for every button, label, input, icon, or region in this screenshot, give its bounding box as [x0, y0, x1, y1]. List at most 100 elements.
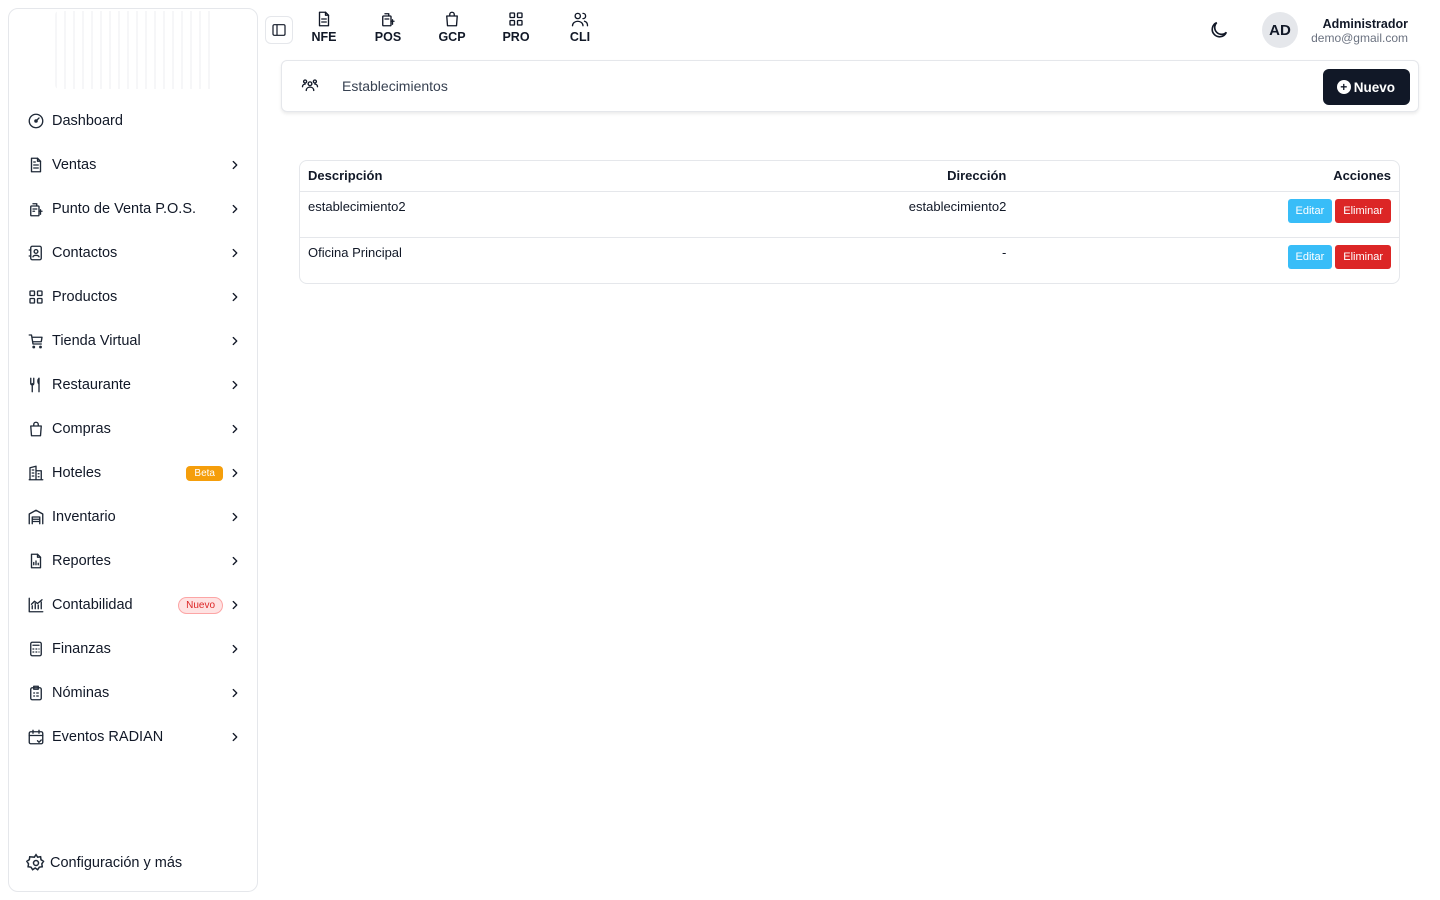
sidebar-item-ventas[interactable]: Ventas [9, 143, 257, 187]
user-email: demo@gmail.com [1311, 31, 1408, 45]
calendar-icon [26, 727, 46, 747]
chevron-right-icon [227, 729, 243, 745]
sidebar: Dashboard Ventas Punto de Venta P.O.S. C… [8, 8, 258, 892]
sidebar-item-nominas[interactable]: Nóminas [9, 671, 257, 715]
module-cli[interactable]: CLI [561, 10, 599, 44]
chevron-right-icon [227, 377, 243, 393]
module-label: POS [374, 30, 402, 44]
sidebar-item-label: Contabilidad [52, 597, 133, 613]
sidebar-item-label: Compras [52, 421, 111, 437]
new-button[interactable]: + Nuevo [1322, 69, 1410, 105]
calculator-icon [26, 639, 46, 659]
column-header-acciones: Acciones [1014, 161, 1399, 192]
sidebar-item-label: Finanzas [52, 641, 111, 657]
chevron-right-icon [227, 641, 243, 657]
chevron-right-icon [227, 553, 243, 569]
cell-direccion: establecimiento2 [871, 191, 1015, 238]
sidebar-item-label: Punto de Venta P.O.S. [52, 201, 197, 217]
sidebar-item-pos[interactable]: Punto de Venta P.O.S. [9, 187, 257, 231]
bag-icon [26, 419, 46, 439]
chart-icon [26, 595, 46, 615]
config-label: Configuración y más [50, 855, 183, 871]
dashboard-icon [26, 111, 46, 131]
page-header: Establecimientos + Nuevo [281, 60, 1419, 112]
avatar[interactable]: AD [1262, 12, 1298, 48]
users-group-icon [301, 77, 321, 97]
delete-button[interactable]: Eliminar [1335, 198, 1391, 223]
config-button[interactable]: Configuración y más [26, 853, 182, 873]
pos-icon [382, 13, 395, 27]
cell-descripcion: establecimiento2 [300, 191, 872, 238]
chevron-right-icon [227, 421, 243, 437]
sidebar-item-restaurante[interactable]: Restaurante [9, 363, 257, 407]
logo [55, 11, 215, 89]
sidebar-item-label: Ventas [52, 157, 97, 173]
new-button-label: Nuevo [1353, 79, 1395, 95]
sidebar-item-dashboard[interactable]: Dashboard [9, 99, 257, 143]
sidebar-item-reportes[interactable]: Reportes [9, 539, 257, 583]
document-icon [26, 155, 46, 175]
sidebar-item-label: Contactos [52, 245, 118, 261]
establishments-table: Descripción Dirección Acciones estableci… [299, 160, 1400, 284]
delete-button[interactable]: Eliminar [1335, 244, 1391, 269]
sidebar-item-hoteles[interactable]: Hoteles Beta [9, 451, 257, 495]
moon-icon [1211, 21, 1228, 38]
edit-button[interactable]: Editar [1287, 198, 1333, 223]
sidebar-item-label: Tienda Virtual [52, 333, 141, 349]
pos-icon [26, 199, 46, 219]
chevron-right-icon [227, 289, 243, 305]
sidebar-item-label: Reportes [52, 553, 111, 569]
sidebar-item-contactos[interactable]: Contactos [9, 231, 257, 275]
user-name: Administrador [1322, 17, 1408, 31]
document-icon [318, 11, 330, 27]
edit-button[interactable]: Editar [1287, 244, 1333, 269]
column-header-descripcion: Descripción [300, 161, 872, 192]
module-nav: NFE POS GCP PRO CLI [305, 10, 625, 44]
table-header-row: Descripción Dirección Acciones [300, 161, 1399, 192]
sidebar-item-contabilidad[interactable]: Contabilidad Nuevo [9, 583, 257, 627]
user-info[interactable]: Administrador demo@gmail.com [1311, 17, 1408, 45]
module-label: CLI [569, 30, 591, 44]
sidebar-item-label: Restaurante [52, 377, 131, 393]
chevron-right-icon [227, 509, 243, 525]
cart-icon [26, 331, 46, 351]
grid-icon [509, 12, 523, 26]
report-icon [26, 551, 46, 571]
cell-acciones: Editar Eliminar [1014, 237, 1399, 283]
gear-icon [26, 853, 45, 871]
module-pro[interactable]: PRO [497, 10, 535, 44]
clipboard-icon [26, 683, 46, 703]
building-icon [26, 463, 46, 483]
table-row: establecimiento2 establecimiento2 Editar… [300, 191, 1399, 238]
plus-circle-icon: + [1336, 80, 1351, 94]
module-label: NFE [311, 30, 337, 44]
sidebar-item-compras[interactable]: Compras [9, 407, 257, 451]
sidebar-toggle-button[interactable] [265, 16, 293, 44]
chevron-right-icon [227, 685, 243, 701]
new-badge: Nuevo [178, 596, 223, 614]
chevron-right-icon [227, 465, 243, 481]
cell-direccion: - [1001, 244, 1007, 260]
cell-descripcion: Oficina Principal [308, 244, 402, 260]
sidebar-item-tienda-virtual[interactable]: Tienda Virtual [9, 319, 257, 363]
sidebar-item-label: Productos [52, 289, 118, 305]
sidebar-item-label: Nóminas [52, 685, 110, 701]
theme-toggle-button[interactable] [1208, 19, 1232, 43]
panel-left-icon [272, 24, 286, 36]
sidebar-item-label: Hoteles [52, 465, 102, 481]
sidebar-item-eventos-radian[interactable]: Eventos RADIAN [9, 715, 257, 759]
sidebar-item-finanzas[interactable]: Finanzas [9, 627, 257, 671]
column-header-direccion: Dirección [871, 161, 1015, 192]
module-gcp[interactable]: GCP [433, 10, 471, 44]
table-row: Oficina Principal - Editar Eliminar [300, 237, 1399, 283]
sidebar-item-productos[interactable]: Productos [9, 275, 257, 319]
sidebar-item-inventario[interactable]: Inventario [9, 495, 257, 539]
cell-acciones: Editar Eliminar [1014, 191, 1399, 238]
chevron-right-icon [227, 597, 243, 613]
chevron-right-icon [227, 201, 243, 217]
module-nfe[interactable]: NFE [305, 10, 343, 44]
sidebar-item-label: Eventos RADIAN [52, 729, 164, 745]
module-pos[interactable]: POS [369, 10, 407, 44]
bag-icon [446, 11, 458, 27]
contacts-icon [26, 243, 46, 263]
